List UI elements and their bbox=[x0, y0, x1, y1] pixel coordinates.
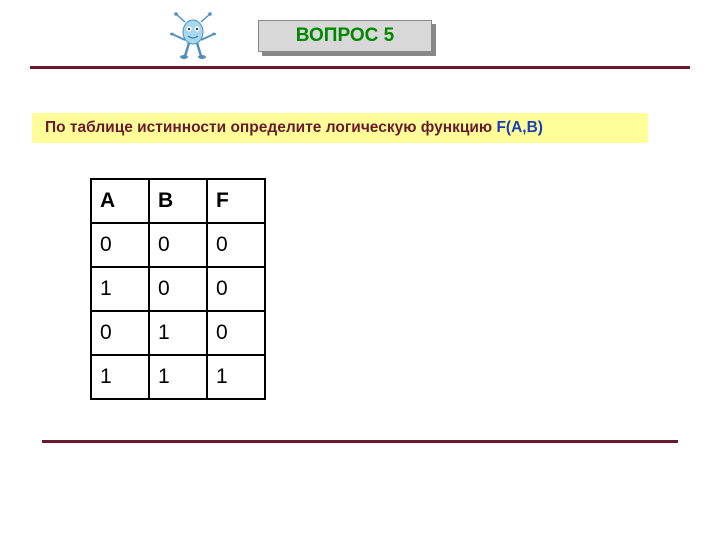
col-a-header: A bbox=[91, 179, 149, 223]
cell: 1 bbox=[149, 311, 207, 355]
cell: 0 bbox=[149, 223, 207, 267]
table-row: 0 0 0 bbox=[91, 223, 265, 267]
cell: 0 bbox=[207, 223, 265, 267]
header-divider bbox=[30, 66, 690, 69]
cell: 0 bbox=[149, 267, 207, 311]
cell: 0 bbox=[207, 311, 265, 355]
cell: 0 bbox=[91, 223, 149, 267]
cell: 1 bbox=[149, 355, 207, 399]
cell: 1 bbox=[91, 355, 149, 399]
table-header-row: A B F bbox=[91, 179, 265, 223]
title-box: ВОПРОС 5 bbox=[258, 20, 432, 52]
instruction-function: F(A,B) bbox=[496, 119, 543, 136]
question-title: ВОПРОС 5 bbox=[296, 25, 394, 47]
cell: 0 bbox=[91, 311, 149, 355]
truth-table: A B F 0 0 0 1 0 0 0 1 0 1 1 1 bbox=[90, 178, 266, 400]
table-row: 1 0 0 bbox=[91, 267, 265, 311]
table-row: 0 1 0 bbox=[91, 311, 265, 355]
instruction-box: По таблице истинности определите логичес… bbox=[32, 113, 648, 143]
cell: 1 bbox=[91, 267, 149, 311]
instruction-text: По таблице истинности определите логичес… bbox=[45, 119, 543, 137]
col-b-header: B bbox=[149, 179, 207, 223]
cell: 1 bbox=[207, 355, 265, 399]
mascot-icon bbox=[168, 12, 218, 62]
footer-divider bbox=[42, 440, 678, 443]
cell: 0 bbox=[207, 267, 265, 311]
instruction-prefix: По таблице истинности определите логичес… bbox=[45, 119, 496, 136]
col-f-header: F bbox=[207, 179, 265, 223]
table-row: 1 1 1 bbox=[91, 355, 265, 399]
header-area: ВОПРОС 5 bbox=[0, 0, 720, 70]
